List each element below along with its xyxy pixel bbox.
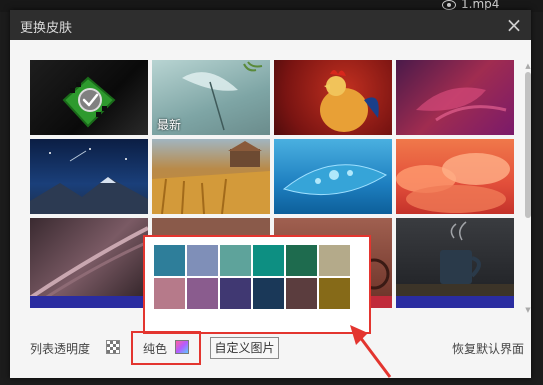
skin-tile-5[interactable] (30, 139, 148, 214)
color-swatch-5[interactable] (286, 245, 317, 276)
color-swatch-10[interactable] (253, 278, 284, 309)
close-icon[interactable]: × (503, 14, 525, 36)
color-swatch-3[interactable] (220, 245, 251, 276)
pure-color-label: 纯色 (143, 342, 168, 356)
skin-tile-3[interactable] (274, 60, 392, 135)
color-swatch-1[interactable] (154, 245, 185, 276)
skin-tile-1[interactable] (30, 60, 148, 135)
eye-icon (442, 0, 456, 10)
flower-art (416, 87, 507, 122)
annotation-arrow-icon (350, 325, 392, 378)
water-leaf-art (282, 164, 388, 196)
selected-skin-icon (62, 76, 116, 128)
grass-blades-art (30, 226, 148, 308)
skin-tile-9[interactable] (30, 218, 148, 308)
custom-image-button[interactable]: 自定义图片 (210, 337, 279, 359)
scroll-up-icon[interactable]: ▲ (524, 62, 532, 70)
dialog-title: 更换皮肤 (20, 21, 73, 36)
pure-color-palette (143, 235, 371, 334)
skin-tile-2[interactable]: 最新 (152, 60, 270, 135)
color-swatch-7[interactable] (154, 278, 185, 309)
coffee-mug-art (396, 221, 514, 308)
restore-default-link[interactable]: 恢复默认界面 (452, 340, 524, 357)
skin-tile-7[interactable] (274, 139, 392, 214)
mountain-night-art (30, 148, 148, 214)
dialog-titlebar: 更换皮肤 × (10, 10, 531, 40)
skin-tile-8[interactable] (396, 139, 514, 214)
newest-label: 最新 (157, 118, 182, 132)
color-swatch-2[interactable] (187, 245, 218, 276)
color-swatch-6[interactable] (319, 245, 350, 276)
clouds-art (396, 153, 510, 213)
color-swatch-11[interactable] (286, 278, 317, 309)
scrollbar-thumb[interactable] (525, 72, 531, 218)
skin-dialog: 更换皮肤 × 最新 ▲ ▼ 列表透明度 纯色 自定义图片 恢复默认界面 (10, 10, 531, 378)
wheat-field-art (152, 141, 270, 214)
list-opacity-label: 列表透明度 (30, 342, 91, 356)
opacity-icon[interactable] (106, 340, 120, 354)
color-swatch-4[interactable] (253, 245, 284, 276)
skin-tile-6[interactable] (152, 139, 270, 214)
scroll-down-icon[interactable]: ▼ (524, 306, 532, 314)
skin-tile-4[interactable] (396, 60, 514, 135)
skin-tile-12[interactable] (396, 218, 514, 308)
color-swatch-8[interactable] (187, 278, 218, 309)
pure-color-picker-icon[interactable] (175, 340, 189, 354)
rooster-art (320, 70, 379, 132)
color-swatch-12[interactable] (319, 278, 350, 309)
color-swatch-9[interactable] (220, 278, 251, 309)
